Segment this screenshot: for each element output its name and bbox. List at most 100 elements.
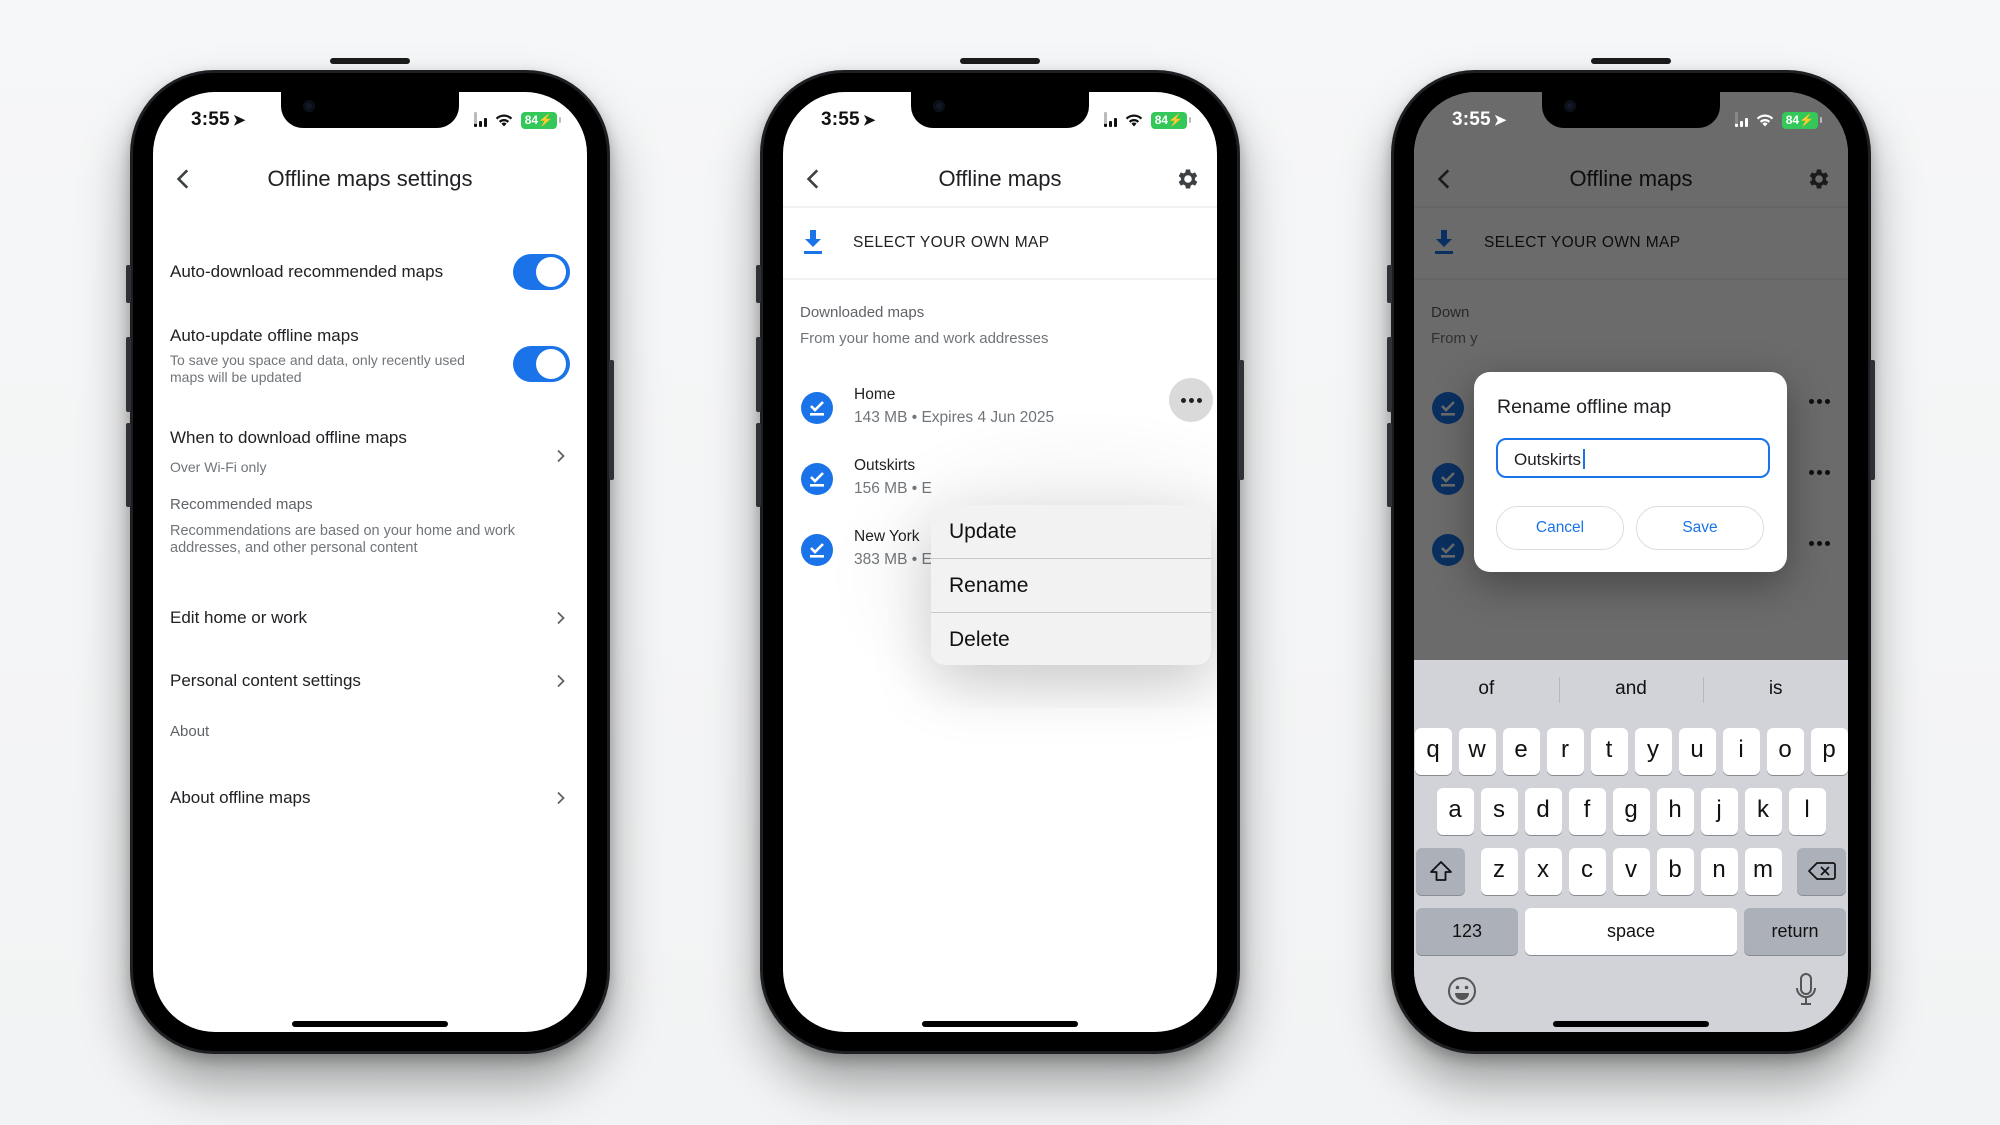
- location-arrow-icon: ➤: [1493, 112, 1507, 129]
- page-title: Offline maps settings: [267, 166, 473, 191]
- suggestion[interactable]: of: [1414, 660, 1559, 718]
- auto-download-toggle[interactable]: [513, 254, 570, 290]
- power-button: [1239, 360, 1244, 480]
- key-e[interactable]: e: [1502, 728, 1540, 775]
- home-indicator: [922, 1021, 1078, 1027]
- key-v[interactable]: v: [1612, 848, 1650, 895]
- key-t[interactable]: t: [1590, 728, 1628, 775]
- setting-auto-download[interactable]: Auto-download recommended maps: [170, 252, 570, 292]
- link-personal-content[interactable]: Personal content settings: [170, 663, 570, 699]
- menu-item-rename[interactable]: Rename: [931, 559, 1211, 613]
- key-row-4: 123 space return: [1414, 908, 1848, 955]
- key-g[interactable]: g: [1612, 788, 1650, 835]
- key-c[interactable]: c: [1568, 848, 1606, 895]
- menu-item-delete[interactable]: Delete: [931, 613, 1211, 665]
- home-indicator: [292, 1021, 448, 1027]
- context-menu: Update Rename Delete: [931, 505, 1211, 665]
- camera: [1564, 100, 1576, 112]
- screen: 3:55➤ 84⚡ Offline maps SELECT YOUR OWN M…: [1414, 92, 1848, 1032]
- section-subtitle: From your home and work addresses: [800, 330, 1049, 347]
- chevron-right-icon: [557, 611, 565, 625]
- menu-item-update[interactable]: Update: [931, 505, 1211, 559]
- key-h[interactable]: h: [1656, 788, 1694, 835]
- select-own-map-button[interactable]: SELECT YOUR OWN MAP: [783, 206, 1217, 278]
- map-name: Outskirts: [854, 457, 916, 474]
- setting-label: When to download offline maps: [170, 428, 407, 447]
- page-title: Offline maps: [938, 166, 1062, 191]
- key-m[interactable]: m: [1744, 848, 1782, 895]
- shift-key[interactable]: [1416, 848, 1465, 895]
- emoji-icon[interactable]: [1446, 975, 1478, 1007]
- time-text: 3:55: [191, 109, 230, 130]
- battery-indicator: 84⚡: [1150, 112, 1192, 129]
- space-key[interactable]: space: [1525, 908, 1737, 955]
- key-b[interactable]: b: [1656, 848, 1694, 895]
- key-o[interactable]: o: [1766, 728, 1804, 775]
- key-d[interactable]: d: [1524, 788, 1562, 835]
- time-text: 3:55: [1452, 109, 1491, 130]
- about-section: About: [170, 723, 570, 740]
- map-list-item[interactable]: Home 143 MB • Expires 4 Jun 2025: [783, 378, 1217, 434]
- map-list-item[interactable]: Outskirts 156 MB • E: [783, 449, 1217, 505]
- key-w[interactable]: w: [1458, 728, 1496, 775]
- link-label: Personal content settings: [170, 671, 361, 690]
- suggestion[interactable]: and: [1558, 660, 1704, 718]
- link-about-offline-maps[interactable]: About offline maps: [170, 780, 570, 816]
- speaker: [960, 58, 1040, 64]
- map-meta: 383 MB • E: [854, 551, 932, 568]
- battery-level: 84: [524, 113, 539, 127]
- microphone-icon[interactable]: [1794, 972, 1818, 1008]
- key-r[interactable]: r: [1546, 728, 1584, 775]
- power-button: [1870, 360, 1875, 480]
- speaker: [330, 58, 410, 64]
- key-q[interactable]: q: [1414, 728, 1452, 775]
- power-button: [609, 360, 614, 480]
- backspace-key[interactable]: [1797, 848, 1846, 895]
- setting-auto-update[interactable]: Auto-update offline maps To save you spa…: [170, 326, 570, 402]
- key-j[interactable]: j: [1700, 788, 1738, 835]
- more-options-button[interactable]: [1169, 378, 1213, 422]
- volume-down-button: [1387, 423, 1392, 507]
- key-s[interactable]: s: [1480, 788, 1518, 835]
- key-a[interactable]: a: [1436, 788, 1474, 835]
- key-p[interactable]: p: [1810, 728, 1848, 775]
- map-name: Home: [854, 386, 896, 403]
- key-u[interactable]: u: [1678, 728, 1716, 775]
- key-i[interactable]: i: [1722, 728, 1760, 775]
- chevron-right-icon: [557, 449, 565, 463]
- chevron-right-icon: [557, 791, 565, 805]
- location-arrow-icon: ➤: [232, 112, 246, 129]
- downloaded-check-icon: [801, 392, 833, 424]
- key-y[interactable]: y: [1634, 728, 1672, 775]
- numbers-key[interactable]: 123: [1416, 908, 1518, 955]
- return-key[interactable]: return: [1744, 908, 1846, 955]
- save-button[interactable]: Save: [1636, 506, 1764, 550]
- cancel-button[interactable]: Cancel: [1496, 506, 1624, 550]
- screen: 3:55➤ 84⚡ Offline maps SELECT YOUR OWN M…: [783, 92, 1217, 1032]
- key-k[interactable]: k: [1744, 788, 1782, 835]
- key-l[interactable]: l: [1788, 788, 1826, 835]
- volume-down-button: [126, 423, 131, 507]
- screen: 3:55 ➤ 84⚡ Offline maps settings Auto-dow…: [153, 92, 587, 1032]
- downloaded-check-icon: [801, 534, 833, 566]
- gear-icon[interactable]: [1175, 166, 1201, 192]
- rename-input[interactable]: Outskirts: [1496, 438, 1770, 478]
- key-z[interactable]: z: [1480, 848, 1518, 895]
- home-indicator: [1553, 1021, 1709, 1027]
- backspace-icon: [1807, 862, 1836, 880]
- setting-when-to-download[interactable]: When to download offline maps Over Wi-Fi…: [170, 428, 570, 484]
- setting-label: Auto-update offline maps: [170, 326, 359, 345]
- link-edit-home-work[interactable]: Edit home or work: [170, 600, 570, 636]
- notch: [911, 92, 1089, 128]
- section-header: Downloaded maps: [800, 304, 925, 321]
- battery-indicator: 84⚡: [520, 112, 562, 129]
- key-f[interactable]: f: [1568, 788, 1606, 835]
- auto-update-toggle[interactable]: [513, 346, 570, 382]
- suggestion[interactable]: is: [1703, 660, 1848, 718]
- map-meta: 143 MB • Expires 4 Jun 2025: [854, 409, 1055, 426]
- link-label: Edit home or work: [170, 608, 307, 627]
- key-x[interactable]: x: [1524, 848, 1562, 895]
- volume-up-button: [1387, 337, 1392, 412]
- time-text: 3:55: [821, 109, 860, 130]
- key-n[interactable]: n: [1700, 848, 1738, 895]
